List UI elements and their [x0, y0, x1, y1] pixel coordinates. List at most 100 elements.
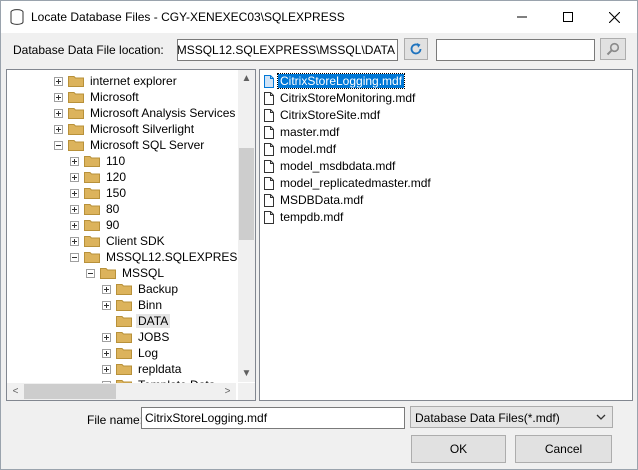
- expand-icon[interactable]: [70, 172, 79, 182]
- tree-item[interactable]: Microsoft Silverlight: [54, 121, 196, 137]
- refresh-button[interactable]: [404, 38, 428, 60]
- collapse-icon[interactable]: [86, 268, 95, 278]
- scroll-down-arrow-icon[interactable]: ▼: [238, 365, 255, 382]
- file-list-item-label: MSDBData.mdf: [280, 193, 364, 207]
- location-label: Database Data File location:: [13, 43, 164, 57]
- tree-item[interactable]: 80: [70, 201, 121, 217]
- expand-icon[interactable]: [54, 108, 63, 118]
- file-icon: [264, 193, 274, 207]
- folder-icon: [100, 268, 116, 279]
- scroll-up-arrow-icon[interactable]: ▲: [238, 70, 255, 87]
- tree-item-label: MSSQL: [122, 266, 165, 280]
- tree-item[interactable]: repldata: [102, 361, 183, 377]
- ok-button[interactable]: OK: [411, 435, 506, 463]
- expand-icon[interactable]: [70, 188, 79, 198]
- locate-database-files-dialog: Locate Database Files - CGY-XENEXEC03\SQ…: [0, 0, 638, 470]
- file-list-item[interactable]: MSDBData.mdf: [264, 192, 365, 208]
- folder-icon: [84, 188, 100, 199]
- tree-item[interactable]: Log: [102, 345, 160, 361]
- expand-icon[interactable]: [54, 76, 63, 86]
- tree-item-label: Backup: [138, 282, 179, 296]
- tree-item[interactable]: Backup: [102, 281, 180, 297]
- file-list-item[interactable]: CitrixStoreMonitoring.mdf: [264, 90, 417, 106]
- tree-item[interactable]: Microsoft SQL Server: [54, 137, 206, 153]
- tree-item[interactable]: 150: [70, 185, 128, 201]
- scroll-right-arrow-icon[interactable]: >: [219, 383, 236, 400]
- file-icon: [264, 142, 274, 156]
- folder-icon: [68, 108, 84, 119]
- tree-item[interactable]: Microsoft: [54, 89, 141, 105]
- tree-item[interactable]: Binn: [102, 297, 164, 313]
- folder-icon: [116, 332, 132, 343]
- folder-icon: [84, 252, 100, 263]
- file-list-item[interactable]: CitrixStoreSite.mdf: [264, 107, 382, 123]
- tree-item[interactable]: MSSQL: [86, 265, 166, 281]
- tree-item-label: 110: [106, 154, 126, 168]
- tree-item[interactable]: Client SDK: [70, 233, 167, 249]
- file-list-item[interactable]: model_replicatedmaster.mdf: [264, 175, 433, 191]
- tree-vertical-scroll-thumb[interactable]: [239, 148, 254, 240]
- folder-icon: [116, 316, 132, 327]
- expand-icon[interactable]: [54, 124, 63, 134]
- scroll-left-arrow-icon[interactable]: <: [7, 383, 24, 400]
- file-icon: [264, 176, 274, 190]
- file-list-item[interactable]: master.mdf: [264, 124, 341, 140]
- folder-icon: [84, 204, 100, 215]
- cancel-button[interactable]: Cancel: [515, 435, 612, 463]
- file-icon: [264, 210, 274, 224]
- file-icon: [264, 74, 274, 88]
- tree-item[interactable]: JOBS: [102, 329, 171, 345]
- tree-item[interactable]: 90: [70, 217, 121, 233]
- maximize-button[interactable]: [545, 1, 591, 33]
- location-path-value: er\MSSQL12.SQLEXPRESS\MSSQL\DATA: [177, 43, 395, 57]
- tree-item-label: 90: [106, 218, 120, 232]
- tree-item[interactable]: 110: [70, 153, 127, 169]
- close-button[interactable]: [591, 1, 637, 33]
- expand-icon[interactable]: [70, 220, 79, 230]
- expand-icon[interactable]: [102, 332, 111, 342]
- tree-item[interactable]: DATA: [102, 313, 171, 329]
- minimize-button[interactable]: [499, 1, 545, 33]
- tree-item[interactable]: internet explorer: [54, 73, 179, 89]
- expand-icon[interactable]: [70, 156, 79, 166]
- file-list-item-label: CitrixStoreSite.mdf: [280, 108, 381, 122]
- collapse-icon[interactable]: [54, 140, 63, 150]
- file-list-item[interactable]: model_msdbdata.mdf: [264, 158, 397, 174]
- file-name-input[interactable]: CitrixStoreLogging.mdf: [141, 407, 405, 429]
- tree-item[interactable]: Microsoft Analysis Services: [54, 105, 237, 121]
- tree-horizontal-scrollbar[interactable]: < >: [7, 383, 236, 400]
- tree-item[interactable]: MSSQL12.SQLEXPRESS: [70, 249, 247, 265]
- file-icon: [264, 159, 274, 173]
- expand-icon[interactable]: [54, 92, 63, 102]
- tree-horizontal-scroll-thumb[interactable]: [24, 384, 116, 399]
- expand-icon[interactable]: [102, 284, 111, 294]
- expand-icon[interactable]: [70, 236, 79, 246]
- folder-icon: [68, 92, 84, 103]
- search-button[interactable]: [600, 38, 626, 60]
- search-input[interactable]: [436, 39, 595, 61]
- expand-icon[interactable]: [102, 300, 111, 310]
- folder-icon: [116, 300, 132, 311]
- tree-item-label: repldata: [138, 362, 182, 376]
- maximize-icon: [563, 12, 573, 22]
- location-path-field[interactable]: er\MSSQL12.SQLEXPRESS\MSSQL\DATA: [177, 39, 398, 61]
- expand-icon[interactable]: [102, 364, 111, 374]
- expand-icon[interactable]: [102, 348, 111, 358]
- file-list-item[interactable]: tempdb.mdf: [264, 209, 345, 225]
- expand-icon[interactable]: [70, 204, 79, 214]
- tree-item-label: MSSQL12.SQLEXPRESS: [106, 250, 246, 264]
- folder-icon: [116, 284, 132, 295]
- tree-item-label: JOBS: [138, 330, 170, 344]
- folder-tree[interactable]: internet explorer Microsoft Microsoft Anal…: [6, 69, 256, 401]
- file-type-dropdown[interactable]: Database Data Files(*.mdf): [410, 406, 613, 428]
- tree-item-label: 120: [106, 170, 127, 184]
- tree-item[interactable]: 120: [70, 169, 128, 185]
- collapse-icon[interactable]: [70, 252, 79, 262]
- tree-vertical-scrollbar[interactable]: ▲ ▼: [238, 70, 255, 382]
- folder-icon: [84, 236, 100, 247]
- file-list-item[interactable]: model.mdf: [264, 141, 338, 157]
- tree-item-label: Binn: [138, 298, 163, 312]
- file-list-item[interactable]: CitrixStoreLogging.mdf: [264, 73, 406, 89]
- file-list[interactable]: CitrixStoreLogging.mdf CitrixStoreMonitor…: [259, 69, 633, 401]
